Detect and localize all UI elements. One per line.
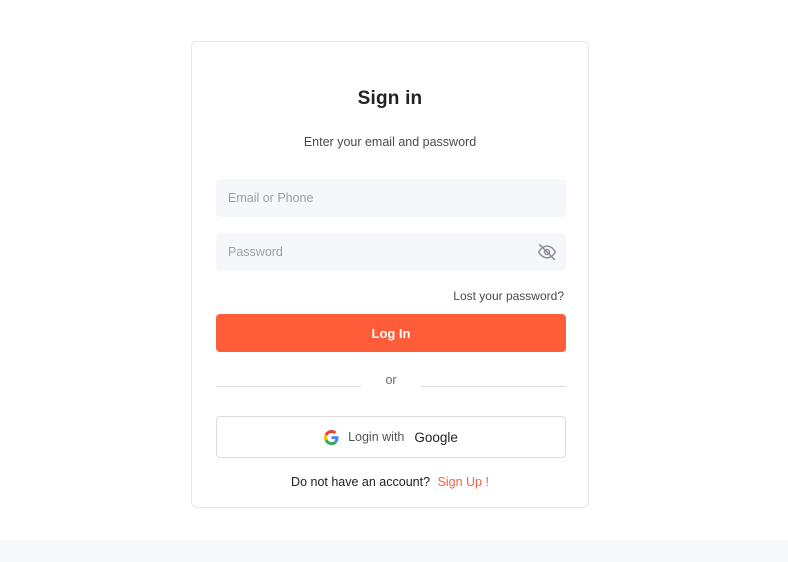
page-subtitle: Enter your email and password <box>303 135 477 149</box>
login-with-label: Login with <box>348 430 405 444</box>
divider-label: or <box>385 373 397 387</box>
divider-line-right <box>421 386 566 387</box>
sign-in-card: Sign in Enter your email and password Lo… <box>191 41 589 508</box>
page-title: Sign in <box>357 88 423 109</box>
divider-line-left <box>216 386 361 387</box>
email-field[interactable] <box>216 179 566 217</box>
google-label: Google <box>414 429 458 445</box>
google-logo-icon <box>324 429 339 445</box>
log-in-button[interactable]: Log In <box>216 314 566 352</box>
signup-row: Do not have an account? Sign Up ! <box>192 475 588 489</box>
password-field[interactable] <box>216 233 566 271</box>
login-with-google-button[interactable]: Login with Google <box>216 416 566 458</box>
forgot-password-link[interactable]: Lost your password? <box>453 289 564 303</box>
show-password-eye-off-icon[interactable] <box>537 242 557 262</box>
sign-up-link[interactable]: Sign Up ! <box>438 475 489 489</box>
signup-prompt: Do not have an account? <box>291 475 431 489</box>
page: Sign in Enter your email and password Lo… <box>0 0 788 562</box>
footer-band <box>0 540 788 562</box>
